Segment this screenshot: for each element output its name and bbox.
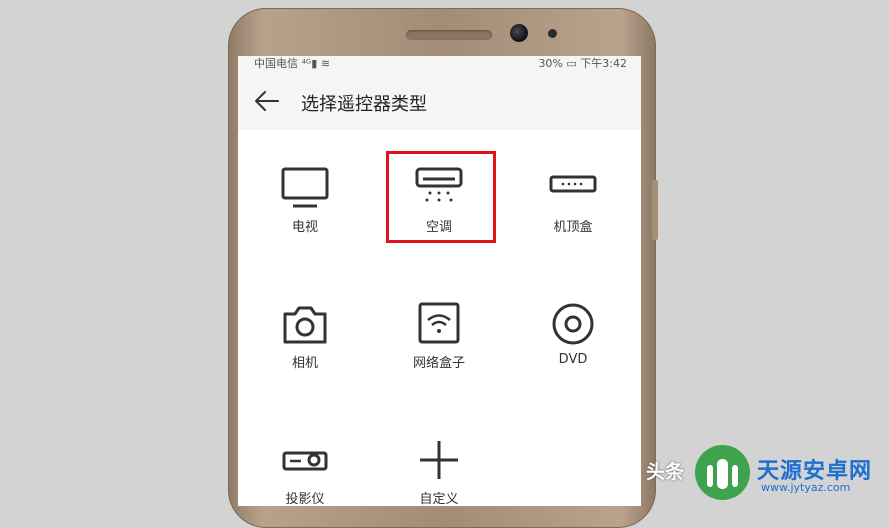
device-label: 自定义 bbox=[419, 492, 459, 506]
signal-icon: ⁴ᴳ▮ bbox=[301, 57, 318, 70]
back-arrow-icon bbox=[255, 91, 279, 111]
proximity-sensor bbox=[548, 29, 557, 38]
battery-icon: ▭ bbox=[566, 57, 577, 70]
site-url: www.jytyaz.com bbox=[761, 481, 851, 494]
dvd-icon bbox=[552, 303, 594, 345]
wifi-icon: ≋ bbox=[320, 57, 331, 70]
battery-percent: 30% bbox=[538, 57, 563, 70]
carrier-label: 中国电信 bbox=[254, 57, 298, 70]
toutiao-label: 头条 bbox=[646, 461, 685, 483]
title-bar: 选择遥控器类型 bbox=[238, 72, 641, 130]
device-label: 电视 bbox=[291, 220, 318, 235]
front-camera bbox=[510, 24, 528, 42]
plus-icon bbox=[420, 441, 458, 479]
watermark: 头条 天源安卓网 www.jytyaz.com bbox=[600, 445, 889, 500]
camera-icon bbox=[283, 306, 327, 344]
projector-icon bbox=[282, 451, 328, 471]
site-logo-icon bbox=[695, 445, 750, 500]
air-conditioner-icon bbox=[415, 167, 463, 202]
device-tile-projector[interactable]: 投影仪 bbox=[250, 438, 360, 506]
earpiece-speaker bbox=[406, 30, 492, 40]
device-tile-dvd[interactable]: DVD bbox=[518, 302, 628, 402]
device-label: 机顶盒 bbox=[553, 220, 593, 235]
back-button[interactable] bbox=[252, 88, 282, 114]
phone-screen: 中国电信 ⁴ᴳ▮ ≋ 30% ▭ 下午3:42 选择遥控器类型 电视 空调 机顶… bbox=[238, 56, 641, 506]
device-label: 相机 bbox=[291, 356, 318, 371]
status-bar: 中国电信 ⁴ᴳ▮ ≋ 30% ▭ 下午3:42 bbox=[238, 56, 641, 72]
device-label: 投影仪 bbox=[285, 492, 325, 506]
page-title: 选择遥控器类型 bbox=[301, 94, 427, 115]
device-tile-set-top-box[interactable]: 机顶盒 bbox=[518, 166, 628, 266]
tv-icon bbox=[281, 167, 329, 208]
set-top-box-icon bbox=[549, 175, 597, 193]
device-tile-tv[interactable]: 电视 bbox=[250, 166, 360, 266]
device-tile-network-box[interactable]: 网络盒子 bbox=[384, 302, 494, 402]
phone-top-bezel bbox=[228, 8, 656, 63]
device-tile-custom[interactable]: 自定义 bbox=[384, 438, 494, 506]
device-tile-camera[interactable]: 相机 bbox=[250, 302, 360, 402]
device-label: 网络盒子 bbox=[412, 356, 465, 371]
device-label: 空调 bbox=[425, 220, 452, 235]
device-label: DVD bbox=[558, 352, 588, 367]
clock: 下午3:42 bbox=[580, 57, 627, 70]
side-button bbox=[652, 180, 658, 240]
device-tile-air-conditioner[interactable]: 空调 bbox=[384, 166, 494, 266]
network-box-icon bbox=[418, 302, 460, 344]
